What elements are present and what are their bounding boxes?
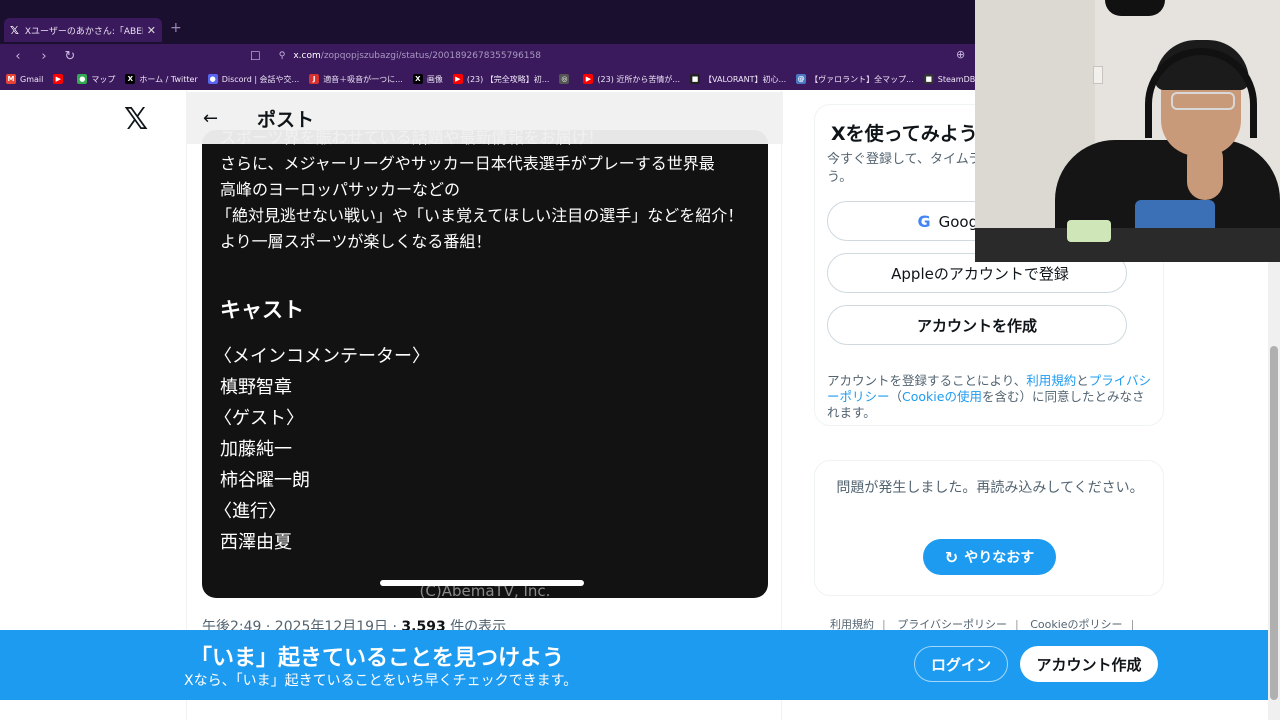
bookmark-label: SteamDB xyxy=(937,74,976,84)
bookmark-label: (23) 近所から苦情が... xyxy=(597,74,681,84)
bookmark-favicon-icon: ▶ xyxy=(53,74,64,84)
banner-create-account-button[interactable]: アカウント作成 xyxy=(1020,646,1158,682)
page-title: ポスト xyxy=(257,108,315,131)
login-button[interactable]: ログイン xyxy=(914,646,1008,682)
bookmark-favicon-icon: ■ xyxy=(923,74,934,84)
bookmark-item[interactable]: ▶ (23) 近所から苦情が... xyxy=(583,74,680,85)
cast-line: 槙野智章 xyxy=(220,377,292,398)
bookmark-label: マップ xyxy=(91,74,116,84)
bookmark-favicon-icon: ● xyxy=(207,74,218,84)
post-line: 高峰のヨーロッパサッカーなどの xyxy=(220,180,461,199)
bookmark-item[interactable]: ■ 【VALORANT】初心... xyxy=(690,74,786,85)
create-account-label: アカウントを作成 xyxy=(916,316,1037,335)
cast-line: 〈メインコメンテーター〉 xyxy=(214,346,430,367)
webcam-light-switch xyxy=(1093,66,1103,84)
banner-subtitle: Xなら、「いま」起きていることをいち早くチェックできます。 xyxy=(184,673,578,689)
bookmark-item[interactable]: ■ SteamDB xyxy=(923,74,976,84)
bookmark-favicon-icon: X xyxy=(125,74,136,84)
bookmark-label: 画像 xyxy=(426,74,443,84)
main-column: ← ポスト スポーツ界を賑わせている話題や最新情報をお届け！ さらに、メジャーリ… xyxy=(186,90,783,720)
bookmark-label: ホーム / Twitter xyxy=(139,74,198,84)
bookmark-item[interactable]: ◎ xyxy=(559,74,573,84)
post-header: ← ポスト xyxy=(187,92,783,144)
webcam-box xyxy=(1067,220,1111,242)
active-tab[interactable]: 𝕏 Xユーザーのあかさん:「ABEMAに加... ✕ xyxy=(4,18,162,42)
error-card: 問題が発生しました。再読み込みしてください。 ↻ やりなおす xyxy=(814,460,1164,596)
x-favicon-icon: 𝕏 xyxy=(10,23,19,37)
terms-link[interactable]: 利用規約 xyxy=(1026,373,1076,388)
bookmark-item[interactable]: @ 【ヴァロラント】全マップ... xyxy=(796,74,914,85)
post-line: さらに、メジャーリーグやサッカー日本代表選手がプレーする世界最 xyxy=(220,154,715,173)
cast-line: 〈進行〉 xyxy=(214,501,286,522)
bookmark-label: 【ヴァロラント】全マップ... xyxy=(810,74,914,84)
back-arrow-icon[interactable]: ← xyxy=(203,108,223,129)
webcam-desk xyxy=(975,228,1280,262)
cast-line: 西澤由夏 xyxy=(220,532,292,553)
banner-title: 「いま」起きていることを見つけよう xyxy=(190,646,565,671)
bookmark-item[interactable]: J 適音＋吸音が一つに... xyxy=(309,74,403,85)
bookmark-favicon-icon: X xyxy=(412,74,423,84)
refresh-icon: ↻ xyxy=(944,547,959,567)
site-info-icon[interactable]: ⚲ xyxy=(279,51,286,61)
reload-icon[interactable]: ↻ xyxy=(62,49,78,64)
bookmark-favicon-icon: J xyxy=(309,74,320,84)
terms-text: アカウントを登録することにより、利用規約とプライバシーポリシー（Cookieの使… xyxy=(827,373,1153,421)
new-tab-icon[interactable]: + xyxy=(170,20,182,36)
cast-heading: キャスト xyxy=(220,298,304,322)
forward-icon[interactable]: › xyxy=(36,49,52,64)
terms-pre: アカウントを登録することにより、 xyxy=(827,373,1027,388)
webcam-glasses xyxy=(1171,92,1235,110)
bookmark-favicon-icon: ▶ xyxy=(452,74,463,84)
tab-close-icon[interactable]: ✕ xyxy=(147,24,156,37)
x-logo-icon[interactable]: 𝕏 xyxy=(124,104,156,136)
create-account-button[interactable]: アカウントを作成 xyxy=(827,305,1127,345)
bookmark-item[interactable]: M Gmail xyxy=(6,74,43,84)
terms-mid: と xyxy=(1076,373,1089,388)
bookmark-label: Discord | 会話や交... xyxy=(221,74,300,84)
post-media[interactable]: スポーツ界を賑わせている話題や最新情報をお届け！ さらに、メジャーリーグやサッカ… xyxy=(202,130,768,598)
google-icon: G xyxy=(917,211,931,231)
bookmark-favicon-icon: ● xyxy=(77,74,88,84)
bookmark-favicon-icon: ◎ xyxy=(559,74,570,84)
post-line: 「絶対見逃せない戦い」や「いま覚えてほしい注目の選手」などを紹介！ xyxy=(216,206,744,225)
cast-line: 〈ゲスト〉 xyxy=(214,408,304,429)
scroll-progress-bar[interactable] xyxy=(380,580,584,586)
cast-line: 加藤純一 xyxy=(220,439,292,460)
signup-banner: 「いま」起きていることを見つけよう Xなら、「いま」起きていることをいち早くチェ… xyxy=(0,630,1268,700)
bookmark-item[interactable]: ● Discord | 会話や交... xyxy=(207,74,300,85)
url-host: x.com xyxy=(293,51,321,61)
bookmark-item[interactable]: ▶ xyxy=(53,74,67,84)
bookmark-favicon-icon: @ xyxy=(796,74,807,84)
apple-signup-label: Appleのアカウントで登録 xyxy=(891,264,1069,283)
retry-label: やりなおす xyxy=(964,550,1035,566)
bookmark-label: 適音＋吸音が一つに... xyxy=(323,74,403,84)
error-message: 問題が発生しました。再読み込みしてください。 xyxy=(836,480,1144,496)
bookmark-label: (23) 【完全攻略】初... xyxy=(466,74,550,84)
scrollbar-thumb[interactable] xyxy=(1270,346,1278,700)
terms-mid: （ xyxy=(889,389,903,404)
url-path: /zopqopjszubazgi/status/2001892678355796… xyxy=(320,51,541,61)
bookmark-icon[interactable]: ☐ xyxy=(250,49,261,63)
bookmark-favicon-icon: ■ xyxy=(690,74,701,84)
bookmark-item[interactable]: X 画像 xyxy=(412,74,443,85)
retry-button[interactable]: ↻ やりなおす xyxy=(923,539,1056,575)
back-icon[interactable]: ‹ xyxy=(10,49,26,64)
webcam-overlay xyxy=(975,0,1280,262)
bookmark-item[interactable]: ▶ (23) 【完全攻略】初... xyxy=(452,74,550,85)
webcam-person-hand xyxy=(1187,140,1223,200)
tab-title: Xユーザーのあかさん:「ABEMAに加... xyxy=(24,26,143,37)
bookmark-item[interactable]: X ホーム / Twitter xyxy=(125,74,198,85)
bookmark-label: 【VALORANT】初心... xyxy=(704,74,787,84)
address-bar[interactable]: ☐ ⚲ x.com /zopqopjszubazgi/status/200189… xyxy=(250,47,980,65)
post-line: より一層スポーツが楽しくなる番組！ xyxy=(220,232,492,251)
cast-line: 柿谷曜一朗 xyxy=(220,470,310,491)
bookmark-favicon-icon: ▶ xyxy=(583,74,594,84)
signup-title: Xを使ってみよう xyxy=(831,123,978,145)
cookie-link[interactable]: Cookieの使用 xyxy=(902,389,982,404)
bookmark-favicon-icon: M xyxy=(6,74,16,84)
webcam-lamp xyxy=(1105,0,1165,16)
zoom-icon[interactable]: ⊕ xyxy=(956,48,965,61)
bookmark-item[interactable]: ● マップ xyxy=(77,74,115,85)
bookmark-label: Gmail xyxy=(20,74,44,84)
